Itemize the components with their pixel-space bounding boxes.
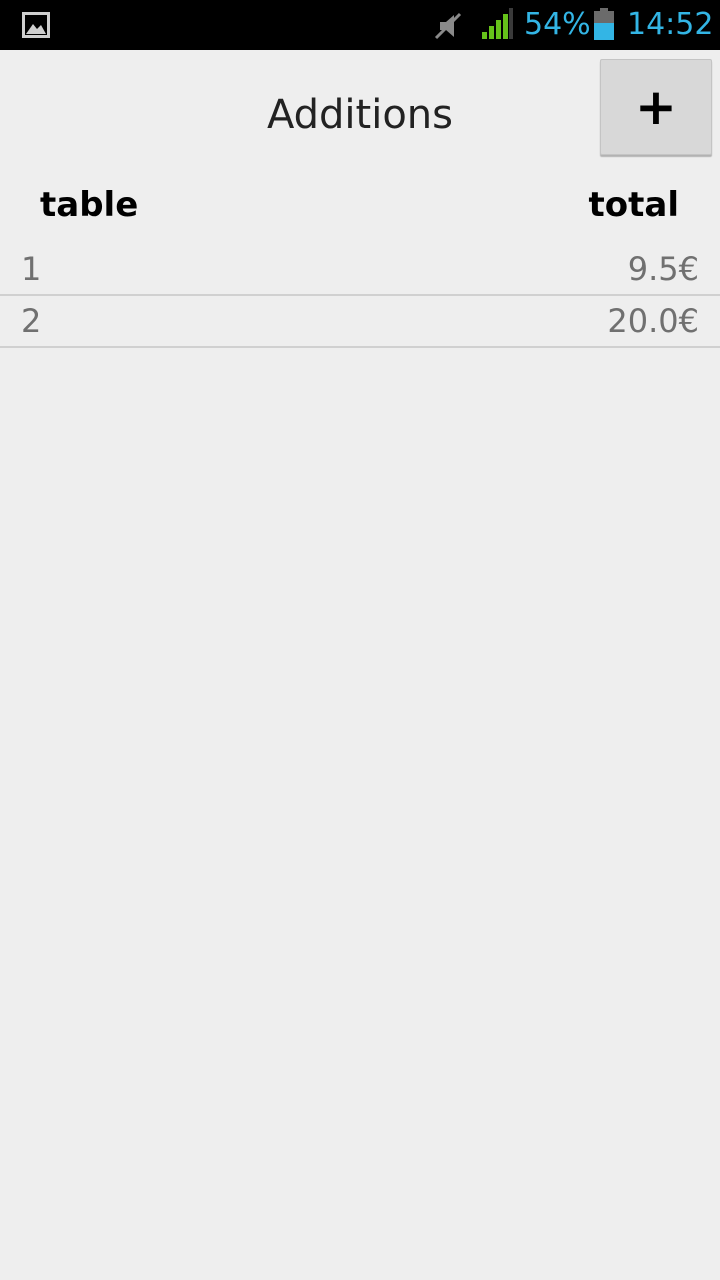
list-item[interactable]: 1 9.5€ [0, 244, 720, 296]
signal-icon [480, 8, 514, 40]
table-number: 1 [21, 250, 42, 288]
table-total: 9.5€ [627, 250, 699, 288]
additions-list: 1 9.5€ 2 20.0€ [0, 244, 720, 348]
plus-icon: + [635, 78, 677, 136]
gallery-notification-icon [22, 12, 50, 38]
add-button[interactable]: + [600, 59, 712, 155]
mute-icon [432, 10, 464, 42]
column-header-total: total [588, 185, 679, 225]
table-total: 20.0€ [607, 302, 699, 340]
status-bar: 54% 14:52 [0, 0, 720, 50]
column-header-table: table [40, 185, 139, 225]
list-item[interactable]: 2 20.0€ [0, 296, 720, 348]
clock: 14:52 [627, 7, 714, 42]
battery-percent: 54% [524, 7, 591, 42]
table-number: 2 [21, 302, 42, 340]
battery-icon [593, 8, 615, 40]
